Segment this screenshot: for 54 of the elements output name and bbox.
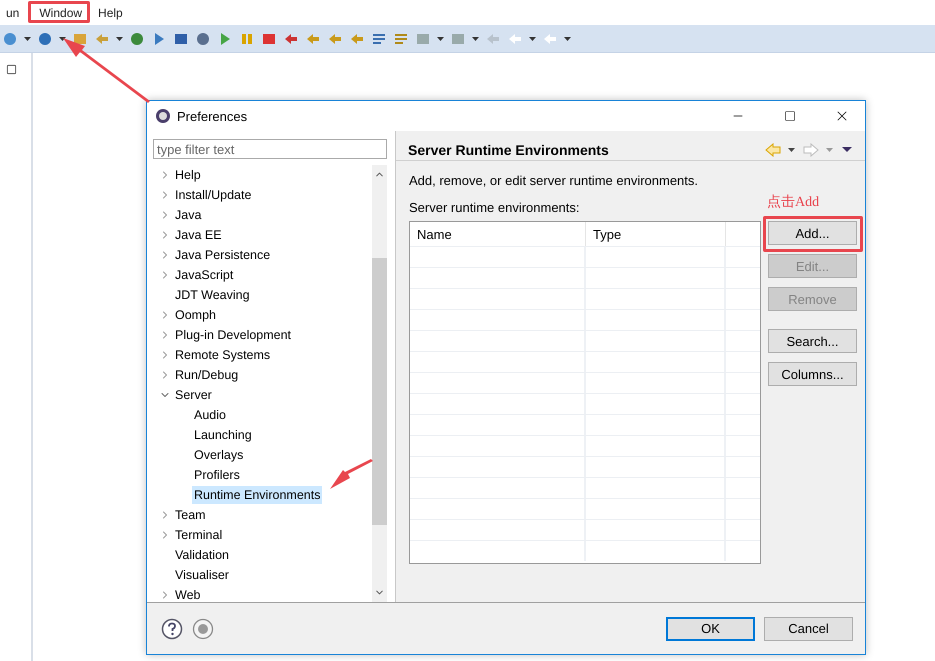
tree-item[interactable]: Server [173,386,214,404]
caret-icon[interactable] [24,36,31,40]
tree-item[interactable]: Install/Update [173,186,254,204]
ok-button[interactable]: OK [666,616,755,640]
caret-icon[interactable] [564,36,571,40]
tree-item[interactable]: Launching [192,426,254,444]
caret-icon[interactable] [59,36,66,40]
tree-item[interactable]: Profilers [192,466,242,484]
highlight-frame [28,1,90,23]
record-icon[interactable] [192,618,214,640]
tree-item[interactable]: Java Persistence [173,246,272,264]
caret-icon[interactable] [116,36,123,40]
tree-item[interactable]: Audio [192,406,228,424]
tree-item[interactable]: Java [173,206,204,224]
arrow [330,459,373,489]
page-description: Add, remove, or edit server runtime environments. [409,173,698,188]
search-button[interactable]: Search... [768,329,857,353]
tree-item[interactable]: Overlays [192,446,246,464]
tree-item[interactable]: Validation [173,546,231,564]
tree-item[interactable]: Web [173,586,202,602]
window-title: Preferences [177,108,248,124]
runtime-table[interactable]: Name Type [409,221,761,564]
scrollbar[interactable] [372,165,387,602]
filter-field[interactable]: type filter text [153,139,387,159]
maximize-icon[interactable] [784,110,796,122]
column-header[interactable]: Name [410,222,586,246]
caret-icon[interactable] [472,36,479,40]
tree-item[interactable]: JavaScript [173,266,236,284]
tree-item[interactable]: Terminal [173,526,224,544]
caret-icon[interactable] [529,36,536,40]
tree-item[interactable]: Oomph [173,306,218,324]
tree-item[interactable]: Runtime Environments [192,486,322,504]
tree-item[interactable]: Plug-in Development [173,326,294,344]
tree-item[interactable]: Visualiser [173,566,231,584]
menu-item[interactable]: Window [33,4,88,20]
help-icon[interactable] [161,618,183,640]
menu-item[interactable]: un [0,4,26,20]
cancel-button[interactable]: Cancel [764,616,853,640]
caret-icon[interactable] [437,36,444,40]
add-button[interactable]: Add... [768,221,857,245]
table-label: Server runtime environments: [409,200,580,215]
tree-item[interactable]: Remote Systems [173,346,272,364]
annotation-text: 点击Add [767,194,820,211]
tree-item[interactable]: Java EE [173,226,224,244]
tree-item[interactable]: Help [173,166,203,184]
menu-icon[interactable] [841,146,853,153]
tree-item[interactable]: Run/Debug [173,366,240,384]
columns-button[interactable]: Columns... [768,362,857,386]
menu-item[interactable]: Help [92,4,129,20]
tree-item[interactable]: JDT Weaving [173,286,252,304]
maximize-icon[interactable] [6,64,17,75]
column-header[interactable]: Type [586,222,726,246]
page-title: Server Runtime Environments [408,142,610,158]
tree-item[interactable]: Team [173,506,208,524]
